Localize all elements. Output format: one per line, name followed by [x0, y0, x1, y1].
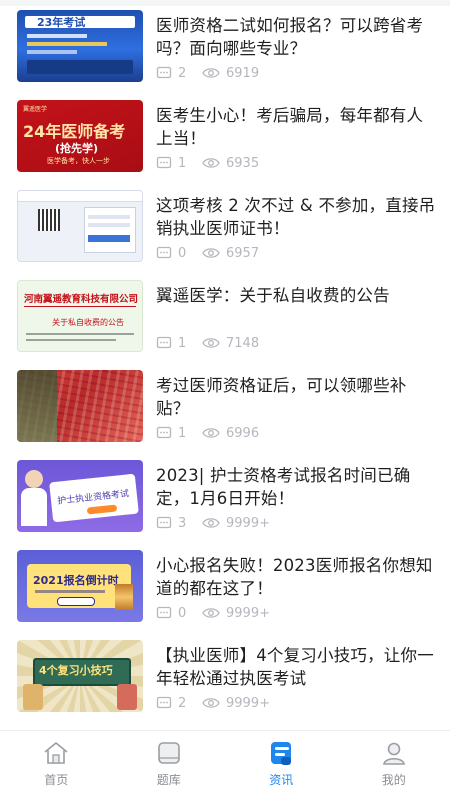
- eye-icon: [202, 246, 220, 260]
- article-thumbnail: 4个复习小技巧: [17, 640, 143, 712]
- article-item[interactable]: 这项考核 2 次不过 & 不参加，直接吊销执业医师证书！ 0 6957: [0, 190, 450, 280]
- article-meta: 3 9999+: [156, 514, 270, 532]
- eye-icon: [202, 516, 220, 530]
- comment-icon: [156, 695, 172, 711]
- comment-count: 2: [178, 696, 196, 711]
- bottom-tab-bar: 首页 题库 资讯 我的: [0, 730, 450, 801]
- comment-count: 3: [178, 516, 196, 531]
- article-thumbnail: 河南翼遥教育科技有限公司 关于私自收费的公告: [17, 280, 143, 352]
- eye-icon: [202, 606, 220, 620]
- article-item[interactable]: 河南翼遥教育科技有限公司 关于私自收费的公告 翼遥医学：关于私自收费的公告 1 …: [0, 280, 450, 370]
- comment-icon: [156, 515, 172, 531]
- view-count: 9999+: [226, 696, 270, 711]
- view-count: 7148: [226, 336, 259, 351]
- view-count: 6935: [226, 156, 259, 171]
- article-meta: 0 6957: [156, 244, 259, 262]
- article-item[interactable]: 翼遥医学 24年医师备考 (抢先学) 医学备考，快人一步 医考生小心！考后骗局，…: [0, 100, 450, 190]
- article-thumbnail: [17, 370, 143, 442]
- article-item[interactable]: 23年考试 医师资格二试如何报名？可以跨省考吗？面向哪些专业？ 2 6919: [0, 10, 450, 100]
- comment-icon: [156, 605, 172, 621]
- thumbnail-brand: 翼遥医学: [23, 104, 47, 113]
- article-thumbnail: 翼遥医学 24年医师备考 (抢先学) 医学备考，快人一步: [17, 100, 143, 172]
- view-count: 6957: [226, 246, 259, 261]
- comment-icon: [156, 425, 172, 441]
- thumbnail-caption: 4个复习小技巧: [39, 662, 113, 678]
- article-thumbnail: [17, 190, 143, 262]
- article-thumbnail: 护士执业资格考试: [17, 460, 143, 532]
- tab-news[interactable]: 资讯: [225, 731, 338, 801]
- home-icon: [42, 739, 70, 767]
- article-thumbnail: 23年考试: [17, 10, 143, 82]
- eye-icon: [202, 66, 220, 80]
- article-title[interactable]: 医师资格二试如何报名？可以跨省考吗？面向哪些专业？: [156, 14, 436, 60]
- article-meta: 1 7148: [156, 334, 259, 352]
- comment-count: 1: [178, 426, 196, 441]
- thumbnail-caption: 23年考试: [37, 14, 85, 30]
- question-bank-icon: [155, 739, 183, 767]
- comment-count: 0: [178, 246, 196, 261]
- article-item[interactable]: 护士执业资格考试 2023| 护士资格考试报名时间已确定，1月6日开始！ 3 9…: [0, 460, 450, 550]
- view-count: 6996: [226, 426, 259, 441]
- tab-news-label: 资讯: [269, 771, 293, 788]
- comment-count: 0: [178, 606, 196, 621]
- thumbnail-slogan: 医学备考，快人一步: [47, 156, 110, 166]
- article-title[interactable]: 小心报名失败！2023医师报名你想知道的都在这了！: [156, 554, 436, 600]
- article-item[interactable]: 2021报名倒计时 小心报名失败！2023医师报名你想知道的都在这了！ 0 99…: [0, 550, 450, 640]
- view-count: 6919: [226, 66, 259, 81]
- article-meta: 1 6935: [156, 154, 259, 172]
- article-item[interactable]: 考过医师资格证后，可以领哪些补贴？ 1 6996: [0, 370, 450, 460]
- article-title[interactable]: 【执业医师】4个复习小技巧，让你一年轻松通过执医考试: [156, 644, 436, 690]
- article-meta: 0 9999+: [156, 604, 270, 622]
- article-meta: 2 9999+: [156, 694, 270, 712]
- article-title[interactable]: 这项考核 2 次不过 & 不参加，直接吊销执业医师证书！: [156, 194, 436, 240]
- thumbnail-notice: 关于私自收费的公告: [52, 317, 124, 328]
- article-title[interactable]: 医考生小心！考后骗局，每年都有人上当！: [156, 104, 436, 150]
- tab-question-bank-label: 题库: [157, 771, 181, 788]
- comment-icon: [156, 155, 172, 171]
- eye-icon: [202, 426, 220, 440]
- article-item[interactable]: 4个复习小技巧 【执业医师】4个复习小技巧，让你一年轻松通过执医考试 2 999…: [0, 640, 450, 730]
- comment-icon: [156, 245, 172, 261]
- thumbnail-subheadline: (抢先学): [55, 140, 98, 156]
- article-title[interactable]: 考过医师资格证后，可以领哪些补贴？: [156, 374, 436, 420]
- comment-icon: [156, 65, 172, 81]
- tab-question-bank[interactable]: 题库: [113, 731, 226, 801]
- comment-count: 1: [178, 156, 196, 171]
- comment-count: 1: [178, 336, 196, 351]
- top-divider: [0, 0, 450, 6]
- comment-icon: [156, 335, 172, 351]
- comment-count: 2: [178, 66, 196, 81]
- tab-profile-label: 我的: [382, 771, 406, 788]
- view-count: 9999+: [226, 606, 270, 621]
- news-feed[interactable]: 23年考试 医师资格二试如何报名？可以跨省考吗？面向哪些专业？ 2 6919 翼…: [0, 0, 450, 730]
- eye-icon: [202, 696, 220, 710]
- eye-icon: [202, 156, 220, 170]
- article-title[interactable]: 2023| 护士资格考试报名时间已确定，1月6日开始！: [156, 464, 436, 510]
- thumbnail-headline: 24年医师备考: [23, 118, 125, 142]
- tab-home-label: 首页: [44, 771, 68, 788]
- thumbnail-caption: 2021报名倒计时: [33, 572, 119, 588]
- article-meta: 2 6919: [156, 64, 259, 82]
- news-icon: [267, 739, 295, 767]
- tab-home[interactable]: 首页: [0, 731, 113, 801]
- article-title[interactable]: 翼遥医学：关于私自收费的公告: [156, 284, 436, 307]
- tab-profile[interactable]: 我的: [338, 731, 450, 801]
- article-meta: 1 6996: [156, 424, 259, 442]
- eye-icon: [202, 336, 220, 350]
- profile-icon: [380, 739, 408, 767]
- view-count: 9999+: [226, 516, 270, 531]
- thumbnail-company: 河南翼遥教育科技有限公司: [24, 291, 138, 305]
- article-thumbnail: 2021报名倒计时: [17, 550, 143, 622]
